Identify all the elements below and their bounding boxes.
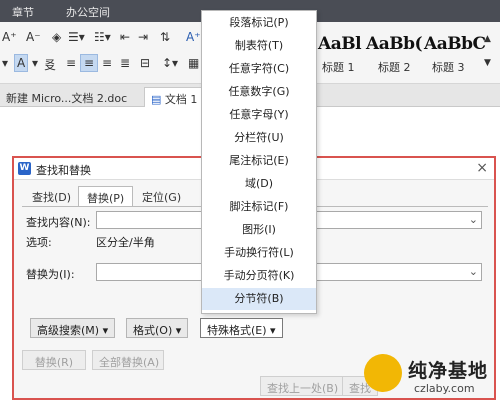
replace-label: 替换为(I): (26, 268, 75, 281)
styles-scroll-up-icon[interactable]: ▲ (484, 34, 491, 44)
font-grow-icon[interactable]: A⁺ (2, 30, 17, 44)
wps-logo-icon: W (18, 162, 31, 175)
doc-tab-new-micro[interactable]: 新建 Micro...文档 2.doc (0, 87, 133, 107)
numbered-list-icon[interactable]: ☷▾ (94, 30, 111, 44)
format-button[interactable]: 格式(O) ▾ (126, 318, 189, 338)
close-icon[interactable]: × (476, 160, 488, 176)
menu-item-section-break[interactable]: 分节符(B) (202, 288, 316, 310)
special-format-menu: 段落标记(P) 制表符(T) 任意字符(C) 任意数字(G) 任意字母(Y) 分… (201, 10, 317, 314)
menu-office-space[interactable]: 办公空间 (66, 4, 110, 20)
style-label-heading-2: 标题 2 (378, 61, 411, 74)
watermark-title: 纯净基地 (408, 360, 489, 382)
menu-item-any-char[interactable]: 任意字符(C) (202, 58, 316, 80)
menu-item-field[interactable]: 域(D) (202, 173, 316, 195)
menu-chapter[interactable]: 章节 (12, 4, 34, 20)
find-previous-button[interactable]: 查找上一处(B) (260, 376, 346, 396)
menu-item-manual-line-break[interactable]: 手动换行符(L) (202, 242, 316, 264)
options-value: 区分全/半角 (96, 236, 155, 249)
font-shrink-icon[interactable]: A⁻ (26, 30, 41, 44)
tab-find[interactable]: 查找(D) (24, 186, 79, 206)
replace-button[interactable]: 替换(R) (22, 350, 86, 370)
menu-item-column-break[interactable]: 分栏符(U) (202, 127, 316, 149)
highlight-icon[interactable]: ▾ (2, 56, 8, 70)
clear-format-icon[interactable]: ◈ (52, 30, 61, 44)
font-color-icon[interactable]: A (17, 56, 25, 70)
shading-icon[interactable]: ▦ (188, 56, 199, 70)
menu-item-manual-page-break[interactable]: 手动分页符(K) (202, 265, 316, 287)
replace-all-button[interactable]: 全部替换(A) (92, 350, 164, 370)
styles-scroll-down-icon[interactable]: ▼ (484, 58, 491, 68)
doc-tab-label: 文档 1 (164, 93, 198, 106)
align-right-icon[interactable]: ≡ (102, 56, 112, 70)
document-icon: ▤ (151, 93, 165, 106)
menu-item-endnote-mark[interactable]: 尾注标记(E) (202, 150, 316, 172)
phonetic-icon[interactable]: 㕛 (44, 56, 56, 73)
dialog-title: 查找和替换 (36, 164, 91, 177)
style-label-heading-1: 标题 1 (322, 61, 355, 74)
text-effect-icon[interactable]: A⁺ (186, 30, 201, 44)
style-preview-heading-2[interactable]: AaBb( (366, 34, 423, 54)
menu-item-tab-char[interactable]: 制表符(T) (202, 35, 316, 57)
tab-goto[interactable]: 定位(G) (134, 186, 189, 206)
style-preview-heading-1[interactable]: AaBl (318, 34, 362, 54)
menu-item-footnote-mark[interactable]: 脚注标记(F) (202, 196, 316, 218)
options-label: 选项: (26, 236, 52, 249)
line-spacing-icon[interactable]: ↕▾ (162, 56, 178, 70)
align-center-icon[interactable]: ≡ (84, 56, 94, 70)
tab-replace[interactable]: 替换(P) (78, 186, 134, 207)
site-watermark-logo: 纯净基地 czlaby.com (358, 350, 498, 402)
special-format-button[interactable]: 特殊格式(E) ▾ (200, 318, 283, 338)
chevron-down-icon[interactable]: ⌄ (469, 265, 478, 278)
watermark-url: czlaby.com (414, 382, 475, 395)
advanced-search-button[interactable]: 高级搜索(M) ▾ (30, 318, 116, 338)
bullet-list-icon[interactable]: ☰▾ (68, 30, 85, 44)
style-preview-heading-3[interactable]: AaBbC (424, 34, 486, 54)
doc-tab-document-1[interactable]: ▤ 文档 1 (144, 87, 205, 107)
menu-item-graphic[interactable]: 图形(I) (202, 219, 316, 241)
indent-icon[interactable]: ⇥ (138, 30, 148, 44)
menu-item-any-letter[interactable]: 任意字母(Y) (202, 104, 316, 126)
style-label-heading-3: 标题 3 (432, 61, 465, 74)
chevron-down-icon[interactable]: ⌄ (469, 213, 478, 226)
watermark-house-icon (364, 354, 402, 392)
find-label: 查找内容(N): (26, 216, 91, 229)
menu-item-paragraph-mark[interactable]: 段落标记(P) (202, 12, 316, 34)
menu-item-any-digit[interactable]: 任意数字(G) (202, 81, 316, 103)
char-shading-icon[interactable]: ▾ (32, 56, 38, 70)
align-left-icon[interactable]: ≡ (66, 56, 76, 70)
outdent-icon[interactable]: ⇤ (120, 30, 130, 44)
justify-icon[interactable]: ≣ (120, 56, 130, 70)
sort-icon[interactable]: ⇅ (160, 30, 170, 44)
distribute-icon[interactable]: ⊟ (140, 56, 150, 70)
